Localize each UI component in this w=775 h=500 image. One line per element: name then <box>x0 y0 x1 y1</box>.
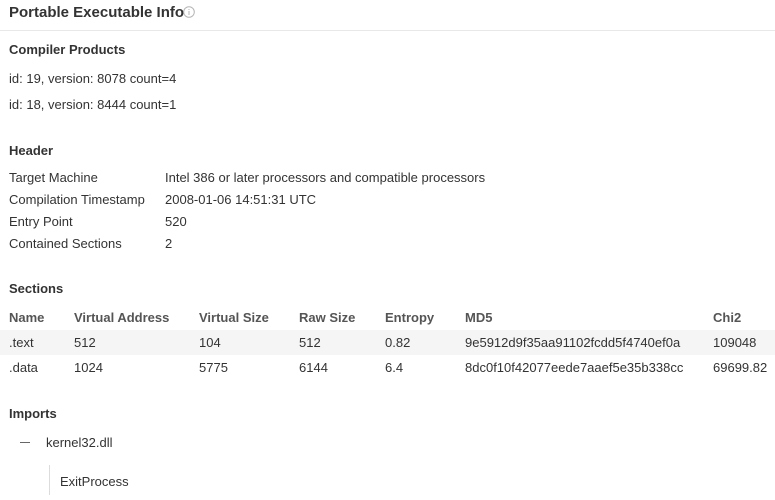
minus-collapse-icon[interactable] <box>20 442 30 443</box>
imports-heading: Imports <box>9 406 57 421</box>
cell-chi2: 69699.82 <box>713 360 768 375</box>
compiler-product-item: id: 18, version: 8444 count=1 <box>9 97 177 112</box>
cell-entropy: 0.82 <box>385 335 411 350</box>
table-row: .data 1024 5775 6144 6.4 8dc0f10f42077ee… <box>0 355 775 380</box>
entry-point-value: 520 <box>165 214 187 229</box>
table-row: .text 512 104 512 0.82 9e5912d9f35aa9110… <box>0 330 775 355</box>
column-header-name: Name <box>9 310 45 325</box>
compiler-product-item: id: 19, version: 8078 count=4 <box>9 71 177 86</box>
cell-raw-size: 6144 <box>299 360 328 375</box>
cell-name: .text <box>9 335 34 350</box>
panel-header: Portable Executable Info <box>0 0 775 31</box>
column-header-virtual-size: Virtual Size <box>199 310 269 325</box>
column-header-chi2: Chi2 <box>713 310 742 325</box>
cell-virtual-address: 512 <box>74 335 96 350</box>
compilation-timestamp-label: Compilation Timestamp <box>9 192 145 207</box>
tree-guide-line <box>49 465 50 495</box>
compilation-timestamp-value: 2008-01-06 14:51:31 UTC <box>165 192 317 207</box>
cell-virtual-size: 5775 <box>199 360 228 375</box>
info-circle-icon[interactable] <box>183 6 195 18</box>
table-header-row: Name Virtual Address Virtual Size Raw Si… <box>0 305 775 330</box>
cell-md5: 8dc0f10f42077eede7aaef5e35b338cc <box>465 360 684 375</box>
column-header-md5: MD5 <box>465 310 493 325</box>
cell-virtual-size: 104 <box>199 335 221 350</box>
target-machine-value: Intel 386 or later processors and compat… <box>165 170 486 185</box>
entry-point-label: Entry Point <box>9 214 73 229</box>
pe-info-panel: Portable Executable Info Compiler Produc… <box>0 0 775 500</box>
cell-chi2: 109048 <box>713 335 757 350</box>
import-function-name: ExitProcess <box>60 474 129 489</box>
compiler-products-heading: Compiler Products <box>9 42 126 57</box>
cell-name: .data <box>9 360 38 375</box>
contained-sections-label: Contained Sections <box>9 236 122 251</box>
column-header-entropy: Entropy <box>385 310 435 325</box>
contained-sections-value: 2 <box>165 236 173 251</box>
column-header-raw-size: Raw Size <box>299 310 356 325</box>
cell-virtual-address: 1024 <box>74 360 103 375</box>
cell-raw-size: 512 <box>299 335 321 350</box>
sections-heading: Sections <box>9 281 64 296</box>
page-title: Portable Executable Info <box>9 4 185 21</box>
cell-md5: 9e5912d9f35aa91102fcdd5f4740ef0a <box>465 335 681 350</box>
cell-entropy: 6.4 <box>385 360 404 375</box>
column-header-virtual-address: Virtual Address <box>74 310 170 325</box>
header-heading: Header <box>9 143 54 158</box>
target-machine-label: Target Machine <box>9 170 98 185</box>
import-dll-name[interactable]: kernel32.dll <box>46 435 113 451</box>
